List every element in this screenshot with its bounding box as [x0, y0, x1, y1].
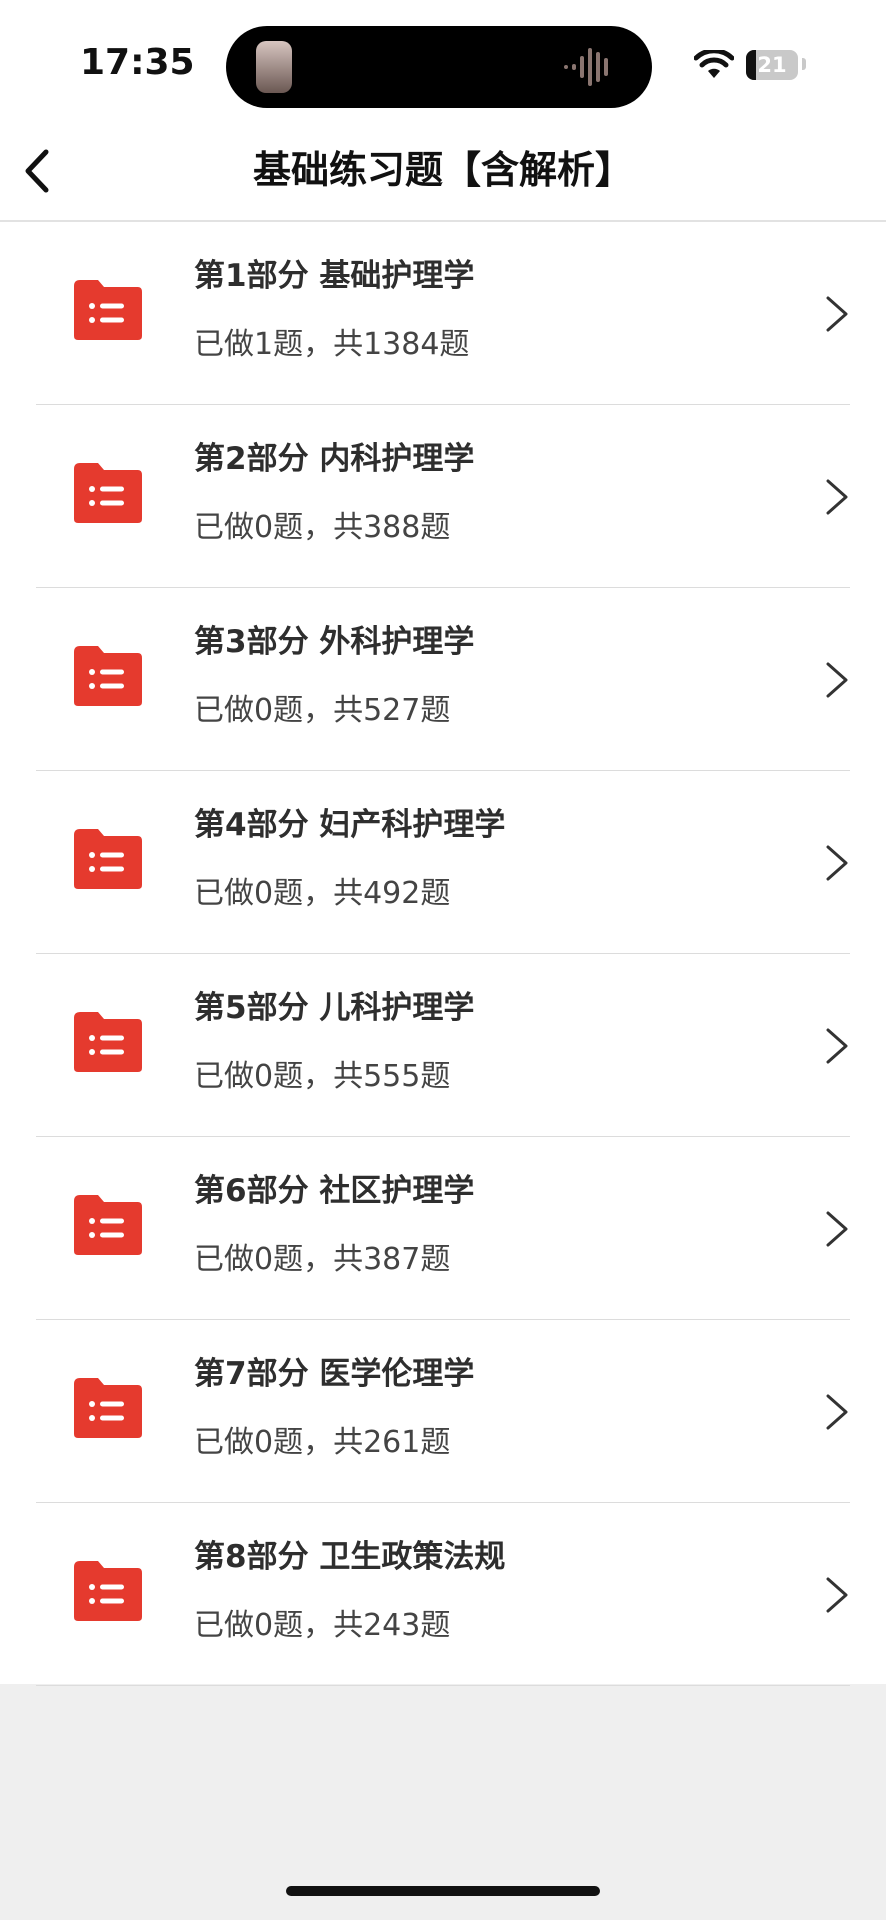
section-title: 第1部分 基础护理学: [194, 258, 475, 294]
battery-fill: [746, 50, 756, 80]
section-progress: 已做0题，共555题: [194, 1059, 451, 1094]
list-folder-icon: [74, 463, 142, 523]
section-progress: 已做0题，共492题: [194, 876, 451, 911]
back-button[interactable]: [14, 144, 64, 198]
list-folder-icon: [74, 829, 142, 889]
list-folder-icon: [74, 1561, 142, 1621]
wifi-icon: [694, 50, 734, 78]
battery-tip: [802, 58, 806, 70]
section-title: 第2部分 内科护理学: [194, 441, 475, 477]
section-title: 第6部分 社区护理学: [194, 1173, 475, 1209]
list-folder-icon: [74, 1378, 142, 1438]
list-item[interactable]: 第3部分 外科护理学 已做0题，共527题: [0, 588, 886, 771]
chevron-right-icon: [826, 296, 848, 332]
list-item[interactable]: 第6部分 社区护理学 已做0题，共387题: [0, 1137, 886, 1320]
section-progress: 已做0题，共527题: [194, 693, 451, 728]
navigation-bar: 基础练习题【含解析】: [0, 120, 886, 222]
list-folder-icon: [74, 1195, 142, 1255]
chevron-right-icon: [826, 845, 848, 881]
section-progress: 已做0题，共388题: [194, 510, 451, 545]
chevron-right-icon: [826, 1028, 848, 1064]
list-folder-icon: [74, 646, 142, 706]
list-item[interactable]: 第2部分 内科护理学 已做0题，共388题: [0, 405, 886, 588]
now-playing-avatar: [256, 41, 292, 93]
audio-wave-icon: [564, 48, 608, 86]
section-progress: 已做0题，共243题: [194, 1608, 451, 1643]
chevron-right-icon: [826, 1394, 848, 1430]
battery-level: 21: [757, 53, 787, 77]
list-folder-icon: [74, 280, 142, 340]
status-bar: 17:35 21: [0, 0, 886, 120]
list-item[interactable]: 第1部分 基础护理学 已做1题，共1384题: [0, 222, 886, 405]
chevron-right-icon: [826, 479, 848, 515]
battery-indicator: 21: [746, 50, 798, 80]
section-title: 第3部分 外科护理学: [194, 624, 475, 660]
section-progress: 已做0题，共387题: [194, 1242, 451, 1277]
section-title: 第8部分 卫生政策法规: [194, 1539, 506, 1575]
section-list: 第1部分 基础护理学 已做1题，共1384题 第2部分 内科护理学 已做0题，共388…: [0, 222, 886, 1686]
home-indicator[interactable]: [286, 1886, 600, 1896]
section-progress: 已做1题，共1384题: [194, 327, 470, 362]
chevron-right-icon: [826, 1577, 848, 1613]
section-progress: 已做0题，共261题: [194, 1425, 451, 1460]
section-title: 第4部分 妇产科护理学: [194, 807, 506, 843]
dynamic-island[interactable]: [226, 26, 652, 108]
chevron-right-icon: [826, 662, 848, 698]
divider: [36, 1685, 850, 1686]
page-title: 基础练习题【含解析】: [252, 148, 633, 192]
section-title: 第7部分 医学伦理学: [194, 1356, 475, 1392]
list-item[interactable]: 第8部分 卫生政策法规 已做0题，共243题: [0, 1503, 886, 1686]
status-time: 17:35: [80, 42, 195, 83]
list-item[interactable]: 第5部分 儿科护理学 已做0题，共555题: [0, 954, 886, 1137]
list-folder-icon: [74, 1012, 142, 1072]
section-title: 第5部分 儿科护理学: [194, 990, 475, 1026]
list-item[interactable]: 第4部分 妇产科护理学 已做0题，共492题: [0, 771, 886, 954]
list-item[interactable]: 第7部分 医学伦理学 已做0题，共261题: [0, 1320, 886, 1503]
chevron-right-icon: [826, 1211, 848, 1247]
